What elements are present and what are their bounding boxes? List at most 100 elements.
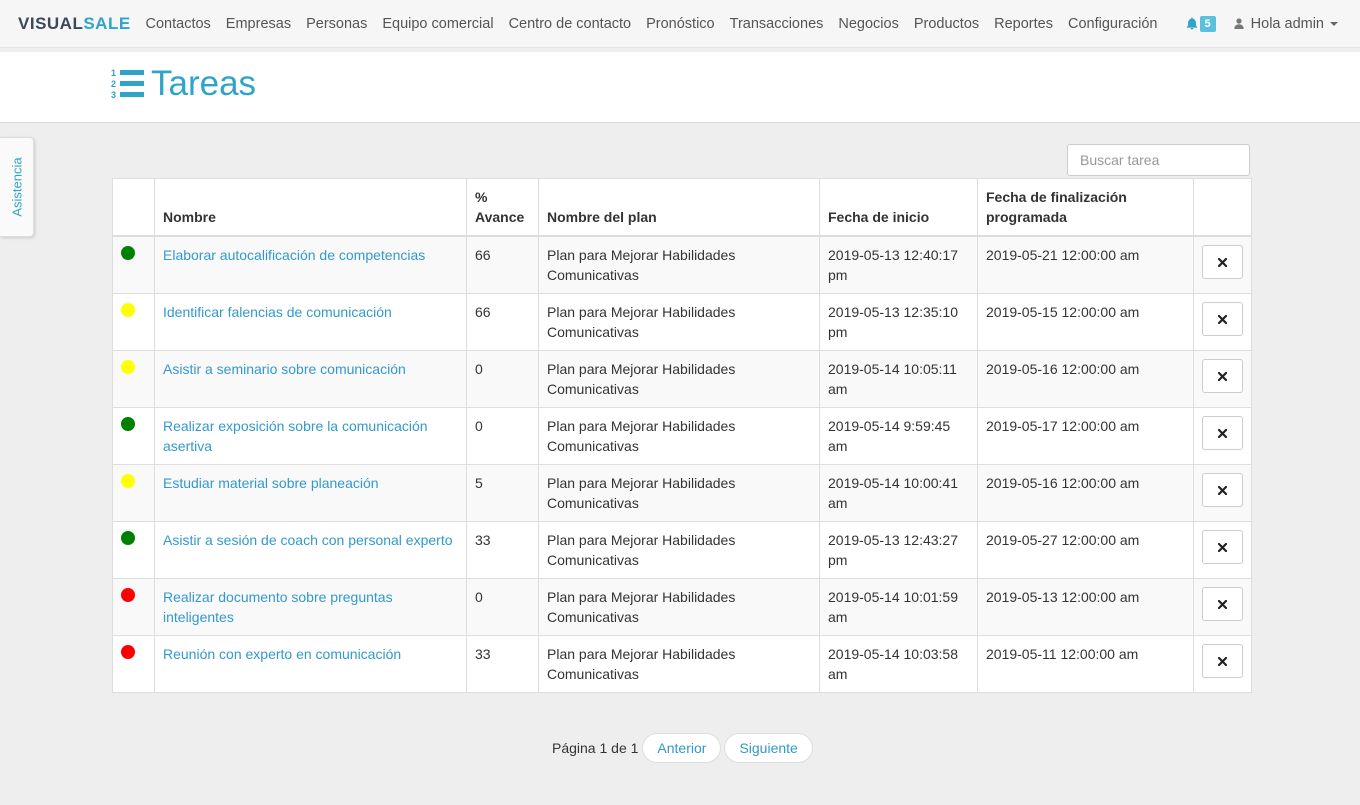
brand-accent: SALE	[83, 13, 131, 33]
end-date-cell: 2019-05-13 12:00:00 am	[977, 578, 1194, 636]
task-link[interactable]: Asistir a sesión de coach con personal e…	[163, 532, 453, 548]
task-link[interactable]: Realizar exposición sobre la comunicació…	[163, 418, 428, 454]
page-title: Tareas	[151, 64, 257, 103]
actions-cell	[1193, 521, 1252, 579]
end-date-cell: 2019-05-11 12:00:00 am	[977, 635, 1194, 693]
delete-task-button[interactable]	[1202, 530, 1243, 564]
actions-cell	[1193, 578, 1252, 636]
pagination-label: Página 1 de 1	[552, 740, 639, 756]
end-date-cell: 2019-05-27 12:00:00 am	[977, 521, 1194, 579]
table-row: Reunión con experto en comunicación 33 Pla…	[112, 635, 1252, 693]
end-date-cell: 2019-05-21 12:00:00 am	[977, 235, 1194, 294]
start-date-cell: 2019-05-14 10:00:41 am	[819, 464, 978, 522]
task-link[interactable]: Asistir a seminario sobre comunicación	[163, 361, 406, 377]
close-icon	[1218, 599, 1227, 609]
main-nav: Contactos Empresas Personas Equipo comer…	[138, 16, 1165, 32]
nav-right: 5 Hola admin	[1186, 0, 1338, 47]
nav-contactos[interactable]: Contactos	[138, 16, 218, 32]
col-plan-header[interactable]: Nombre del plan	[538, 178, 820, 237]
delete-task-button[interactable]	[1202, 587, 1243, 621]
status-dot-icon	[121, 303, 135, 317]
delete-task-button[interactable]	[1202, 416, 1243, 450]
nav-reportes[interactable]: Reportes	[987, 16, 1061, 32]
title-wrap: 1 2 3 Tareas	[111, 64, 256, 104]
plan-cell: Plan para Mejorar Habilidades Comunicati…	[538, 464, 820, 522]
status-cell	[112, 578, 155, 636]
nav-transacciones[interactable]: Transacciones	[722, 16, 831, 32]
avance-cell: 33	[466, 635, 539, 693]
brand-logo[interactable]: V ISUAL SALE	[18, 13, 130, 34]
task-name-cell: Realizar documento sobre preguntas intel…	[154, 578, 467, 636]
table-row: Realizar exposición sobre la comunicació…	[112, 407, 1252, 465]
col-actions-header	[1193, 178, 1252, 237]
avance-cell: 66	[466, 293, 539, 351]
delete-task-button[interactable]	[1202, 245, 1243, 279]
nav-negocios[interactable]: Negocios	[831, 16, 906, 32]
svg-text:2: 2	[111, 79, 116, 89]
notification-count-badge: 5	[1199, 15, 1216, 32]
task-name-cell: Estudiar material sobre planeación	[154, 464, 467, 522]
col-inicio-header[interactable]: Fecha de inicio	[819, 178, 978, 237]
notifications-button[interactable]: 5	[1186, 15, 1216, 32]
task-link[interactable]: Realizar documento sobre preguntas intel…	[163, 589, 393, 625]
actions-cell	[1193, 407, 1252, 465]
start-date-cell: 2019-05-14 9:59:45 am	[819, 407, 978, 465]
page-header: 1 2 3 Tareas	[0, 52, 1360, 123]
status-cell	[112, 635, 155, 693]
close-icon	[1218, 542, 1227, 552]
actions-cell	[1193, 635, 1252, 693]
nav-equipo-comercial[interactable]: Equipo comercial	[375, 16, 501, 32]
task-link[interactable]: Elaborar autocalificación de competencia…	[163, 247, 425, 263]
nav-productos[interactable]: Productos	[906, 16, 986, 32]
brand-main: ISUAL	[29, 13, 84, 33]
brand-prefix: V	[18, 13, 30, 33]
col-fin-header[interactable]: Fecha de finalización programada	[977, 178, 1194, 237]
status-dot-icon	[121, 645, 135, 659]
user-menu[interactable]: Hola admin	[1233, 16, 1338, 32]
close-icon	[1218, 371, 1227, 381]
close-icon	[1218, 485, 1227, 495]
status-cell	[112, 235, 155, 294]
task-link[interactable]: Estudiar material sobre planeación	[163, 475, 379, 491]
table-row: Estudiar material sobre planeación 5 Plan …	[112, 464, 1252, 522]
close-icon	[1218, 656, 1227, 666]
nav-empresas[interactable]: Empresas	[218, 16, 298, 32]
bell-icon	[1186, 17, 1197, 30]
nav-pronostico[interactable]: Pronóstico	[639, 16, 723, 32]
table-row: Elaborar autocalificación de competencia…	[112, 235, 1252, 294]
col-nombre-header[interactable]: Nombre	[154, 178, 467, 237]
delete-task-button[interactable]	[1202, 359, 1243, 393]
status-dot-icon	[121, 417, 135, 431]
close-icon	[1218, 257, 1227, 267]
status-dot-icon	[121, 531, 135, 545]
assistance-side-tab[interactable]: Asistencia	[0, 137, 34, 237]
chevron-down-icon	[1330, 21, 1338, 26]
status-dot-icon	[121, 588, 135, 602]
status-dot-icon	[121, 474, 135, 488]
nav-configuracion[interactable]: Configuración	[1060, 16, 1164, 32]
avance-cell: 33	[466, 521, 539, 579]
svg-text:3: 3	[111, 90, 116, 100]
search-input[interactable]	[1067, 144, 1250, 176]
delete-task-button[interactable]	[1202, 473, 1243, 507]
next-page-button[interactable]: Siguiente	[724, 733, 813, 763]
task-name-cell: Reunión con experto en comunicación	[154, 635, 467, 693]
tasks-table-body: Elaborar autocalificación de competencia…	[112, 235, 1252, 693]
plan-cell: Plan para Mejorar Habilidades Comunicati…	[538, 635, 820, 693]
col-status-header	[112, 178, 155, 237]
delete-task-button[interactable]	[1202, 644, 1243, 678]
nav-personas[interactable]: Personas	[299, 16, 375, 32]
nav-centro-contacto[interactable]: Centro de contacto	[501, 16, 639, 32]
actions-cell	[1193, 235, 1252, 294]
status-cell	[112, 350, 155, 408]
actions-cell	[1193, 293, 1252, 351]
task-link[interactable]: Identificar falencias de comunicación	[163, 304, 392, 320]
start-date-cell: 2019-05-14 10:03:58 am	[819, 635, 978, 693]
plan-cell: Plan para Mejorar Habilidades Comunicati…	[538, 293, 820, 351]
col-avance-header[interactable]: % Avance	[466, 178, 539, 237]
task-link[interactable]: Reunión con experto en comunicación	[163, 646, 401, 662]
task-name-cell: Elaborar autocalificación de competencia…	[154, 235, 467, 294]
previous-page-button[interactable]: Anterior	[642, 733, 722, 763]
avance-cell: 0	[466, 578, 539, 636]
delete-task-button[interactable]	[1202, 302, 1243, 336]
